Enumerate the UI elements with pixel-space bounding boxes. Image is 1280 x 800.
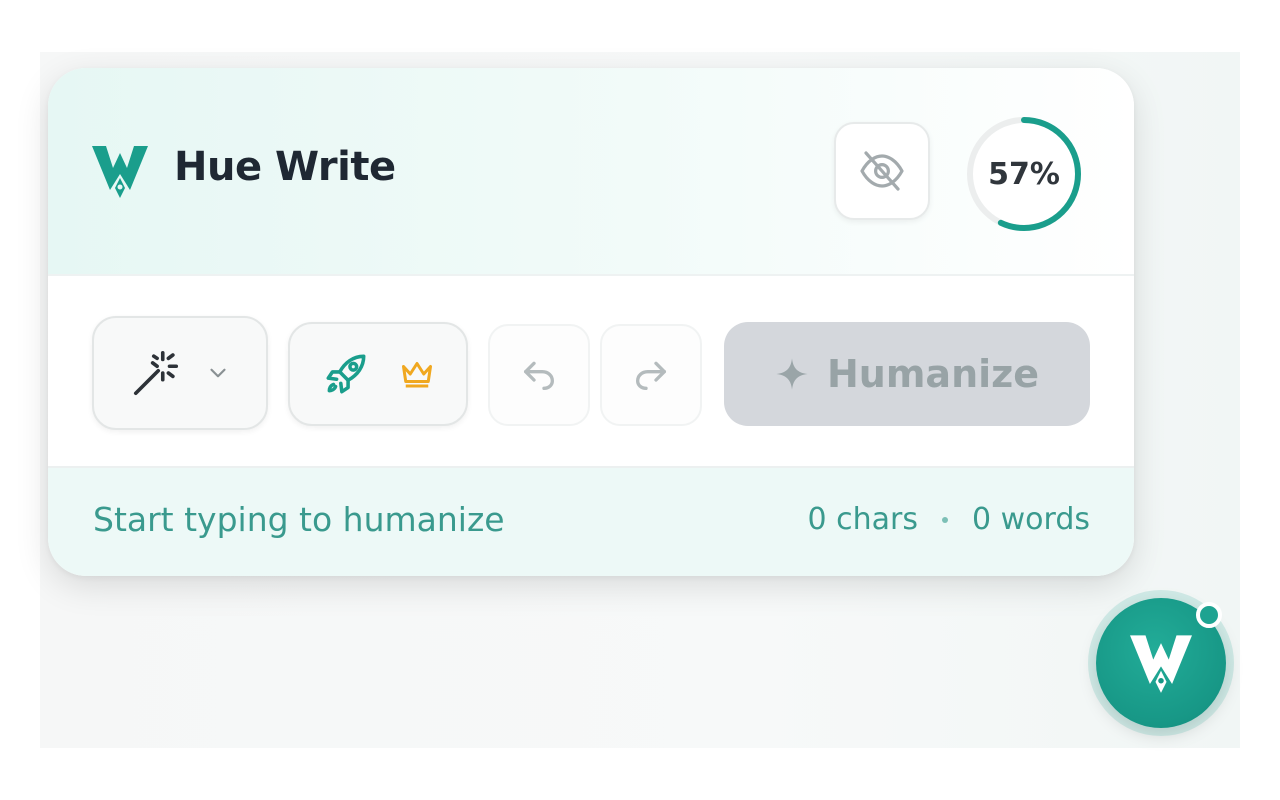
- undo-button[interactable]: [488, 324, 590, 426]
- status-message: Start typing to humanize: [93, 500, 505, 539]
- boost-button[interactable]: [288, 322, 468, 426]
- eye-off-icon: [860, 151, 904, 191]
- hue-write-panel: Hue Write 57% Humanize Start typing to h…: [48, 68, 1134, 576]
- char-count: 0 chars: [807, 502, 918, 537]
- app-title: Hue Write: [174, 144, 396, 190]
- progress-label: 57%: [988, 156, 1060, 192]
- toolbar: Humanize: [48, 276, 1134, 468]
- humanize-button[interactable]: Humanize: [724, 322, 1090, 426]
- mode-select-button[interactable]: [92, 316, 268, 430]
- count-separator: [942, 516, 948, 523]
- crown-icon: [402, 362, 432, 388]
- notification-dot: [1196, 602, 1222, 628]
- status-bar: Start typing to humanize 0 chars 0 words: [48, 468, 1134, 576]
- humanize-button-label: Humanize: [826, 352, 1040, 396]
- text-counts: 0 chars 0 words: [808, 502, 1090, 537]
- redo-icon: [636, 361, 666, 390]
- word-count: 0 words: [972, 502, 1090, 537]
- rocket-icon: [326, 354, 366, 394]
- undo-icon: [524, 361, 554, 390]
- redo-button[interactable]: [600, 324, 702, 426]
- panel-header: Hue Write 57%: [48, 68, 1134, 276]
- sparkle-icon: [776, 358, 808, 390]
- toggle-visibility-button[interactable]: [834, 122, 930, 220]
- magic-wand-icon: [133, 350, 179, 396]
- hue-write-logo-icon: [92, 146, 148, 198]
- humanize-progress-ring: 57%: [962, 112, 1086, 236]
- hue-write-logo-icon: [1130, 635, 1192, 693]
- chevron-down-icon: [210, 368, 226, 378]
